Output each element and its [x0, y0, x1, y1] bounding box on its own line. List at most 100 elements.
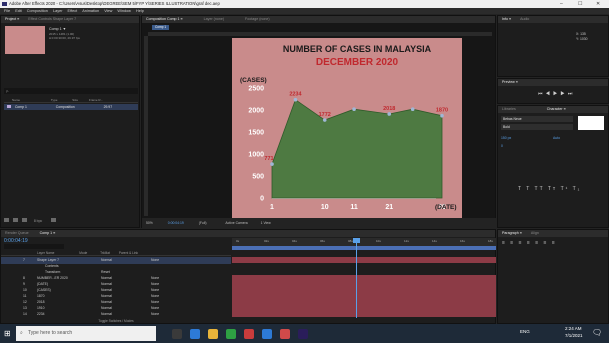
- tab-audio[interactable]: Audio: [520, 17, 529, 21]
- data-point: [322, 118, 327, 122]
- chart-title: NUMBER OF CASES IN MALAYSIA: [283, 44, 432, 54]
- layer-name[interactable]: 2234: [37, 311, 45, 318]
- windows-start-icon[interactable]: ⊞: [4, 329, 11, 338]
- timeline-layer-row[interactable]: 14 2234 Normal None: [1, 311, 231, 318]
- tab-composition[interactable]: Composition Comp 1 ≡: [146, 17, 183, 21]
- col-frame-rate[interactable]: Frame R...: [89, 98, 103, 102]
- layer-duration-bar[interactable]: [232, 311, 496, 317]
- new-comp-icon[interactable]: [21, 218, 27, 222]
- col-size[interactable]: Size: [72, 98, 78, 102]
- col-layer-name[interactable]: Layer Name: [37, 251, 54, 255]
- playhead[interactable]: [356, 238, 357, 318]
- camera-select[interactable]: Active Camera: [225, 221, 247, 225]
- timeline-search-input[interactable]: [4, 244, 64, 249]
- view-layout-select[interactable]: 1 View: [261, 221, 271, 225]
- tab-paragraph[interactable]: Paragraph ≡: [502, 231, 522, 235]
- project-search-input[interactable]: ρ-: [4, 88, 138, 94]
- tab-libraries[interactable]: Libraries: [502, 107, 516, 111]
- justification-buttons[interactable]: ≡ ≡ ≡ ≡ ≡ ≡ ≡: [502, 240, 557, 246]
- x-tick-label: 1: [270, 204, 274, 211]
- resolution-select[interactable]: (Full): [199, 221, 207, 225]
- ruler-tick: 0s: [236, 239, 240, 243]
- project-item-duration: Δ 0:00:30:00, 29.97 fps: [49, 36, 80, 40]
- playback-controls[interactable]: ⏮◀▶▶⏭: [538, 91, 575, 97]
- font-size-field[interactable]: 150 px: [501, 136, 511, 140]
- menu-animation[interactable]: Animation: [82, 9, 99, 13]
- ruler-tick: 06s: [320, 239, 325, 243]
- col-parent[interactable]: Parent & Link: [119, 251, 138, 255]
- chrome-icon[interactable]: [226, 329, 236, 339]
- new-folder-icon[interactable]: [12, 218, 18, 222]
- menu-layer[interactable]: Layer: [53, 9, 63, 13]
- tab-project[interactable]: Project ≡: [5, 17, 19, 21]
- app-icon: [2, 2, 7, 6]
- tracking-field[interactable]: 0: [501, 144, 503, 148]
- interpret-footage-icon[interactable]: [4, 218, 9, 222]
- tab-footage[interactable]: Footage (none): [245, 17, 270, 21]
- edge-icon[interactable]: [190, 329, 200, 339]
- tab-align[interactable]: Align: [531, 231, 539, 235]
- tab-render-queue[interactable]: Render Queue: [5, 231, 29, 235]
- playhead-handle[interactable]: [353, 238, 360, 243]
- tab-comp1-timeline[interactable]: Comp 1 ≡: [40, 231, 56, 235]
- col-type[interactable]: Type: [51, 98, 58, 102]
- layer-parent[interactable]: None: [151, 311, 159, 318]
- info-panel: Info ≡ Audio X: 135 Y: 1030: [497, 15, 609, 77]
- tab-layer[interactable]: Layer (none): [204, 17, 224, 21]
- ruler-tick: 02s: [264, 239, 269, 243]
- search-icon: ⌕: [20, 330, 23, 336]
- timeline-column-headers: Layer Name Mode TrkMat Parent & Link: [1, 250, 231, 256]
- tab-info[interactable]: Info ≡: [502, 17, 511, 21]
- close-button[interactable]: ✕: [596, 0, 600, 8]
- ruler-tick: 16s: [460, 239, 465, 243]
- menu-edit[interactable]: Edit: [15, 9, 22, 13]
- menu-view[interactable]: View: [104, 9, 112, 13]
- store-icon[interactable]: [262, 329, 272, 339]
- data-point: [270, 162, 274, 166]
- text-style-buttons[interactable]: T T TT Tт T¹ T₁: [518, 186, 581, 192]
- minimize-button[interactable]: –: [560, 0, 563, 8]
- menu-effect[interactable]: Effect: [68, 9, 78, 13]
- font-family-select[interactable]: Bebas Neue: [501, 116, 573, 122]
- y-tick-label: 500: [252, 174, 264, 181]
- col-trkmat[interactable]: TrkMat: [100, 251, 110, 255]
- trash-icon[interactable]: [51, 218, 57, 222]
- time-ruler[interactable]: 0s 02s 04s 06s 08s 10s 12s 14s 16s 18s: [232, 238, 496, 246]
- layer-mode[interactable]: Normal: [101, 311, 112, 318]
- data-point: [387, 112, 392, 116]
- taskbar-clock-time[interactable]: 2:24 AM: [565, 326, 582, 331]
- window-title-bar: Adobe After Effects 2020 - C:\Users\Asus…: [0, 0, 609, 8]
- tab-character[interactable]: Character ≡: [547, 107, 566, 111]
- taskbar-search-input[interactable]: Type here to search: [16, 326, 156, 341]
- file-explorer-icon[interactable]: [208, 329, 218, 339]
- maximize-button[interactable]: ☐: [578, 0, 582, 8]
- layer-duration-bar[interactable]: [232, 257, 496, 263]
- col-name[interactable]: Name: [12, 98, 20, 102]
- comp-breadcrumb[interactable]: Comp 1: [152, 25, 170, 30]
- tab-effect-controls[interactable]: Effect Controls Shape Layer 7: [28, 17, 76, 21]
- task-view-icon[interactable]: [172, 329, 182, 339]
- current-time-display[interactable]: 0:00:04:19: [168, 221, 184, 225]
- language-indicator[interactable]: ENG: [520, 329, 530, 334]
- magnification-select[interactable]: 50%: [146, 221, 153, 225]
- office-icon[interactable]: [244, 329, 254, 339]
- menu-help[interactable]: Help: [136, 9, 144, 13]
- bit-depth[interactable]: 8 bpc: [34, 219, 42, 223]
- font-style-select[interactable]: Bold: [501, 124, 573, 130]
- ruler-tick: 04s: [292, 239, 297, 243]
- project-item-name[interactable]: Comp 1 ▼: [49, 27, 66, 31]
- composition-panel: Composition Comp 1 ≡ Layer (none) Footag…: [141, 15, 497, 228]
- menu-file[interactable]: File: [4, 9, 10, 13]
- after-effects-icon[interactable]: [298, 329, 308, 339]
- notification-icon[interactable]: 🗨: [592, 328, 602, 337]
- tab-preview[interactable]: Preview ≡: [502, 80, 518, 84]
- col-mode[interactable]: Mode: [79, 251, 87, 255]
- opera-icon[interactable]: [280, 329, 290, 339]
- project-row-comp1[interactable]: Comp 1 Composition 29.97: [4, 104, 138, 110]
- menu-window[interactable]: Window: [117, 9, 131, 13]
- fill-color-swatch[interactable]: [578, 116, 604, 130]
- work-area-bar[interactable]: [232, 246, 496, 250]
- taskbar-clock-date[interactable]: 7/1/2021: [565, 333, 583, 338]
- menu-composition[interactable]: Composition: [27, 9, 48, 13]
- leading-field[interactable]: Auto: [553, 136, 560, 140]
